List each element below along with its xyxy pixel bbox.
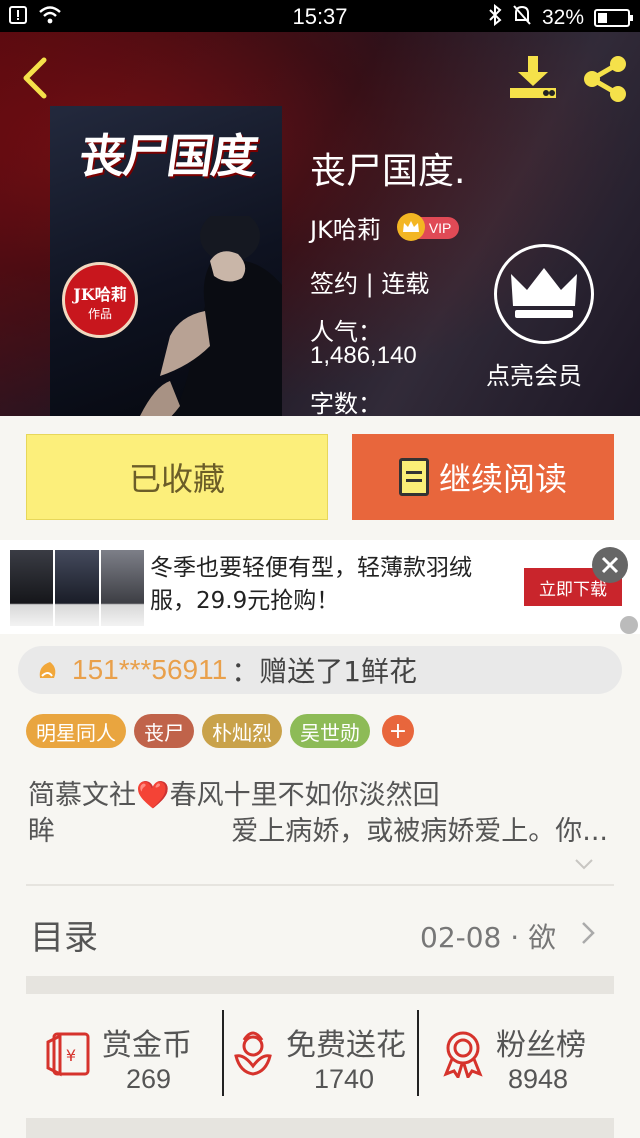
fan-ranking-button[interactable]: 粉丝榜 8948	[440, 1012, 610, 1102]
tag-item[interactable]: 明星同人	[26, 714, 126, 748]
ad-text: 冬季也要轻便有型，轻薄款羽绒服，29.9元抢购！	[150, 555, 472, 614]
cover-seal: JK哈莉 作品	[62, 262, 138, 338]
stat-label: 粉丝榜	[496, 1028, 586, 1063]
flower-bud-icon	[39, 662, 56, 678]
share-icon	[584, 56, 626, 102]
battery-percent: 32%	[541, 6, 584, 29]
download-icon	[510, 56, 556, 98]
book-cover[interactable]: 丧尸国度 JK哈莉 作品	[50, 106, 282, 416]
tag-item[interactable]: 丧尸	[134, 714, 194, 748]
tag-list: 明星同人 丧尸 朴灿烈 吴世勋 +	[26, 714, 414, 748]
bluetooth-icon	[488, 3, 502, 32]
medal-icon	[443, 1031, 483, 1078]
gift-user: 151***56911	[72, 654, 228, 685]
red-envelope-icon: ¥	[46, 1032, 90, 1077]
share-button[interactable]	[580, 54, 630, 104]
book-title: 丧尸国度.	[310, 151, 466, 192]
section-separator	[26, 1118, 614, 1138]
stat-value: 269	[126, 1064, 172, 1094]
flower-icon	[234, 1031, 272, 1076]
stat-value: 1740	[314, 1064, 375, 1094]
section-separator	[26, 976, 614, 994]
stat-label: 免费送花	[286, 1028, 406, 1063]
gift-message: ：赠送了1鲜花	[231, 655, 418, 688]
gift-notice: 151***56911 ：赠送了1鲜花	[18, 646, 622, 694]
intro-line-1: 简慕文社❤️春风十里不如你淡然回	[28, 780, 440, 811]
chevron-right-icon[interactable]	[580, 920, 596, 946]
status-bar: 15:37 32%	[0, 0, 640, 32]
author-row: JK哈莉 VIP	[310, 210, 460, 245]
divider	[26, 884, 614, 886]
continue-reading-label: 继续阅读	[438, 460, 567, 498]
back-button[interactable]	[16, 54, 56, 102]
crown-icon	[511, 268, 577, 318]
author-name[interactable]: JK哈莉	[310, 210, 381, 245]
close-icon	[601, 556, 619, 574]
latest-chapter[interactable]: 02-08 · 欲	[420, 916, 556, 956]
stat-label: 赏金币	[102, 1028, 192, 1063]
cover-title: 丧尸国度	[75, 129, 260, 183]
favorite-button[interactable]: 已收藏	[26, 434, 328, 520]
battery-icon	[594, 9, 633, 27]
cover-figure	[140, 216, 282, 416]
member-label[interactable]: 点亮会员	[486, 356, 582, 391]
ad-banner[interactable]: 冬季也要轻便有型，轻薄款羽绒服，29.9元抢购！ 立即下载	[0, 540, 640, 634]
download-button[interactable]	[508, 54, 558, 104]
expand-chevron-icon[interactable]	[574, 858, 594, 870]
reward-coins-button[interactable]: ¥ 赏金币 269	[46, 1012, 216, 1102]
member-button[interactable]	[494, 244, 594, 344]
book-header: 丧尸国度 JK哈莉 作品 丧尸国度. JK哈莉 VIP 签约 | 连载 人气： …	[0, 32, 640, 416]
vip-badge: VIP	[396, 212, 460, 241]
book-status: 签约 | 连载	[310, 270, 430, 298]
book-intro[interactable]: 简慕文社❤️春风十里不如你淡然回 眸 爱上病娇，或被病娇爱上。你...	[28, 778, 608, 850]
tag-item[interactable]: 朴灿烈	[202, 714, 282, 748]
add-tag-button[interactable]: +	[382, 715, 414, 747]
intro-line-2-right: 爱上病娇，或被病娇爱上。你...	[231, 816, 608, 847]
ad-close-button[interactable]	[592, 547, 628, 583]
tag-item[interactable]: 吴世勋	[290, 714, 370, 748]
send-flower-button[interactable]: 免费送花 1740	[230, 1012, 416, 1102]
popularity-value: 1,486,140	[310, 342, 417, 369]
svg-text:¥: ¥	[66, 1046, 76, 1065]
chevron-left-icon	[23, 57, 47, 99]
book-icon	[398, 458, 429, 496]
stat-value: 8948	[508, 1064, 569, 1094]
divider	[417, 1010, 419, 1096]
ad-product-images	[10, 550, 144, 626]
ad-info-icon[interactable]	[620, 616, 638, 634]
divider	[222, 1010, 224, 1096]
crown-icon	[396, 212, 425, 241]
catalog-title[interactable]: 目录	[30, 910, 98, 959]
mute-bell-icon	[512, 4, 532, 32]
word-count-label: 字数：	[310, 390, 382, 416]
continue-reading-button[interactable]: 继续阅读	[352, 434, 614, 520]
intro-line-2-left: 眸	[28, 816, 55, 847]
